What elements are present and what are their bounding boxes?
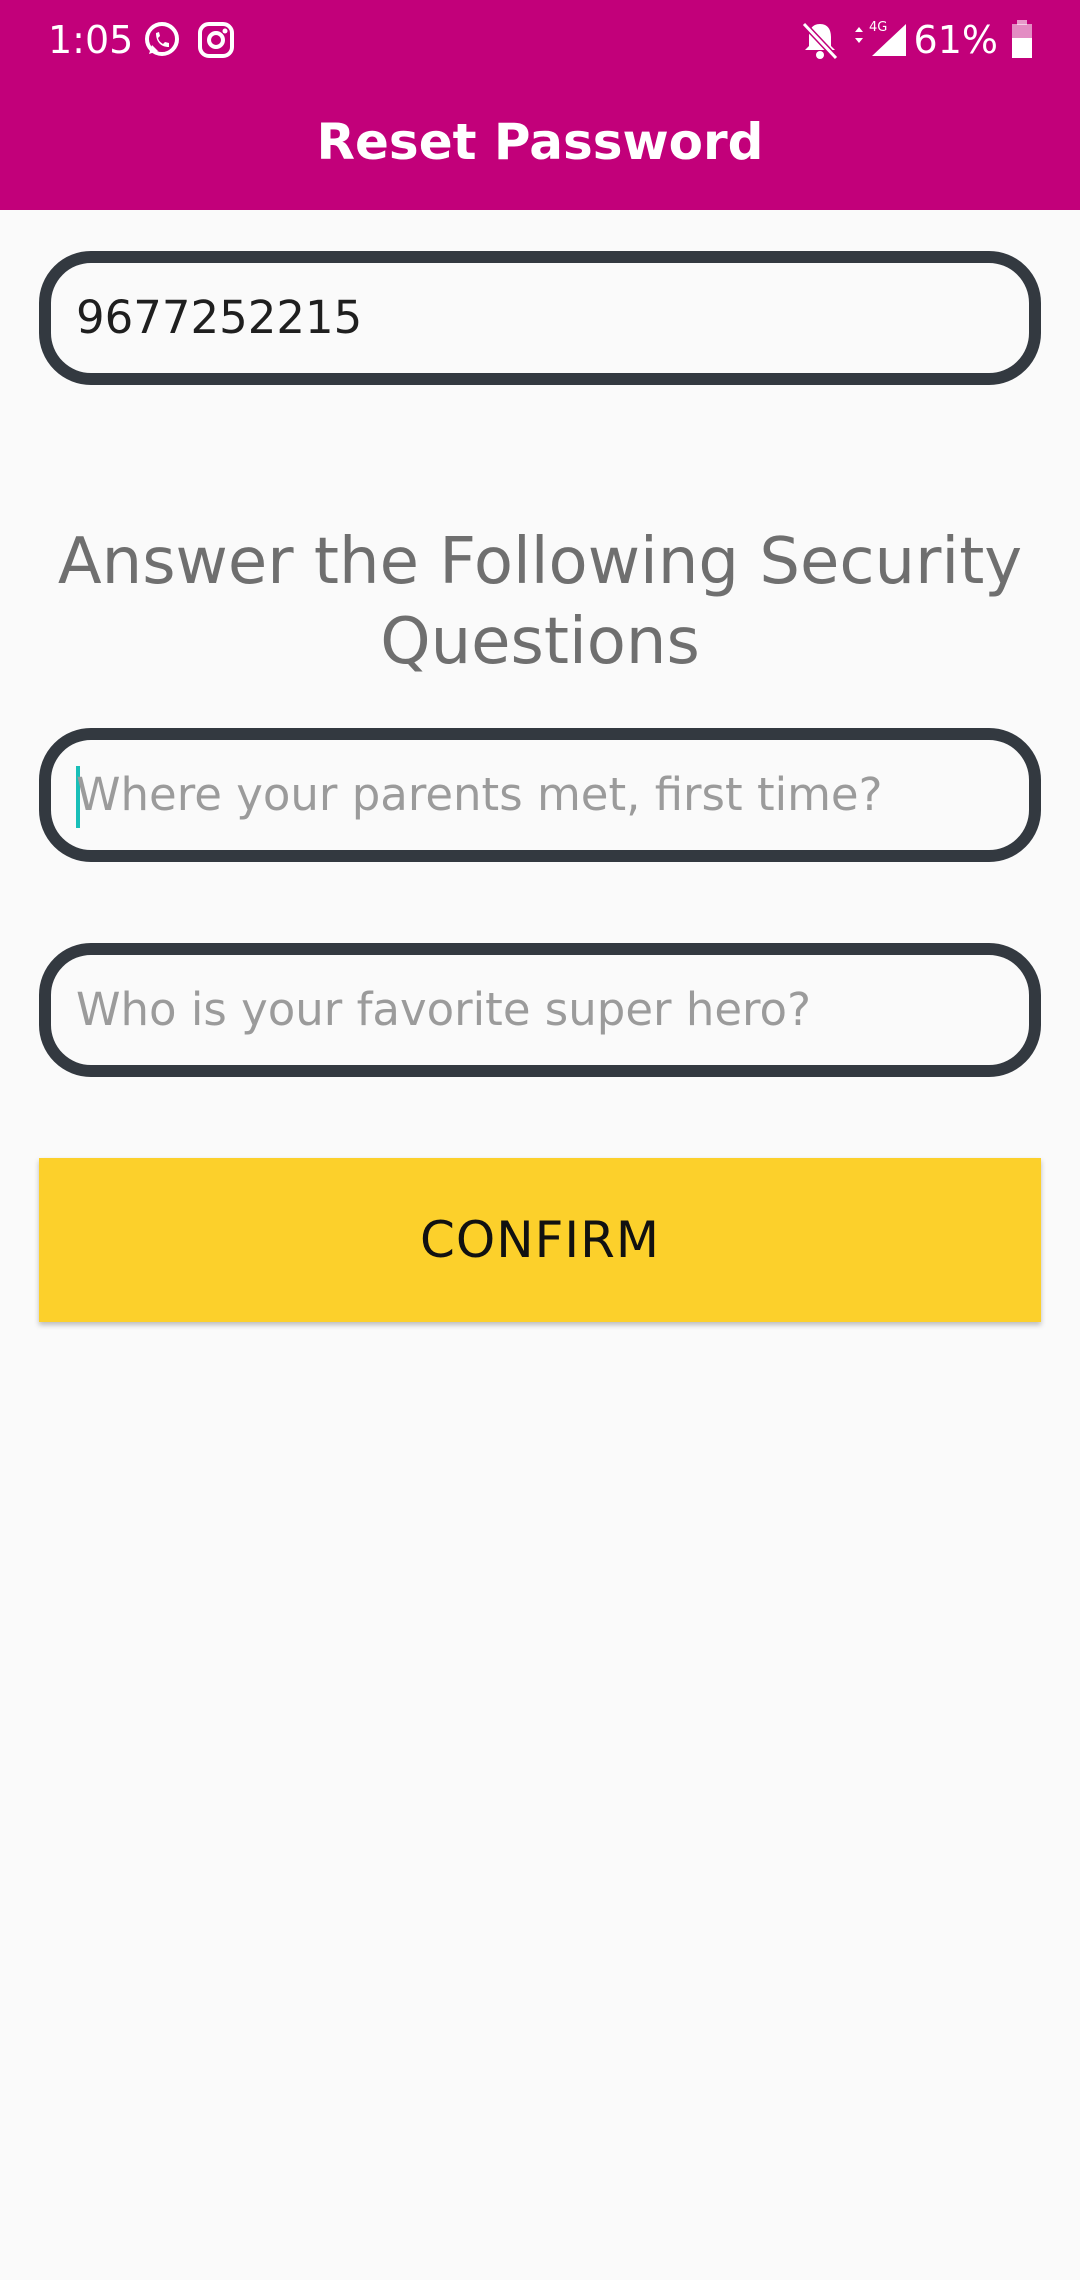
status-bar: 1:05 4G 61% xyxy=(0,0,1080,80)
app-bar: Reset Password xyxy=(0,80,1080,210)
network-label: 4G xyxy=(869,20,887,35)
instagram-icon xyxy=(194,18,238,62)
security-question-2-input[interactable]: Who is your favorite super hero? xyxy=(39,943,1041,1077)
security-question-2-placeholder: Who is your favorite super hero? xyxy=(76,983,811,1036)
signal-icon: 4G xyxy=(850,18,910,62)
security-questions-heading: Answer the Following Security Questions xyxy=(57,525,1023,679)
confirm-button[interactable]: CONFIRM xyxy=(39,1158,1041,1322)
phone-number-value: 9677252215 xyxy=(76,291,363,344)
battery-percent: 61% xyxy=(913,18,998,62)
page-title: Reset Password xyxy=(316,113,764,171)
battery-icon xyxy=(1010,18,1034,62)
security-question-1-placeholder: Where your parents met, first time? xyxy=(76,768,883,821)
security-question-1-input[interactable]: Where your parents met, first time? xyxy=(39,728,1041,862)
phone-number-field[interactable]: 9677252215 xyxy=(39,251,1041,385)
status-time: 1:05 xyxy=(48,18,134,62)
notifications-off-icon xyxy=(798,18,842,62)
whatsapp-icon xyxy=(140,18,184,62)
